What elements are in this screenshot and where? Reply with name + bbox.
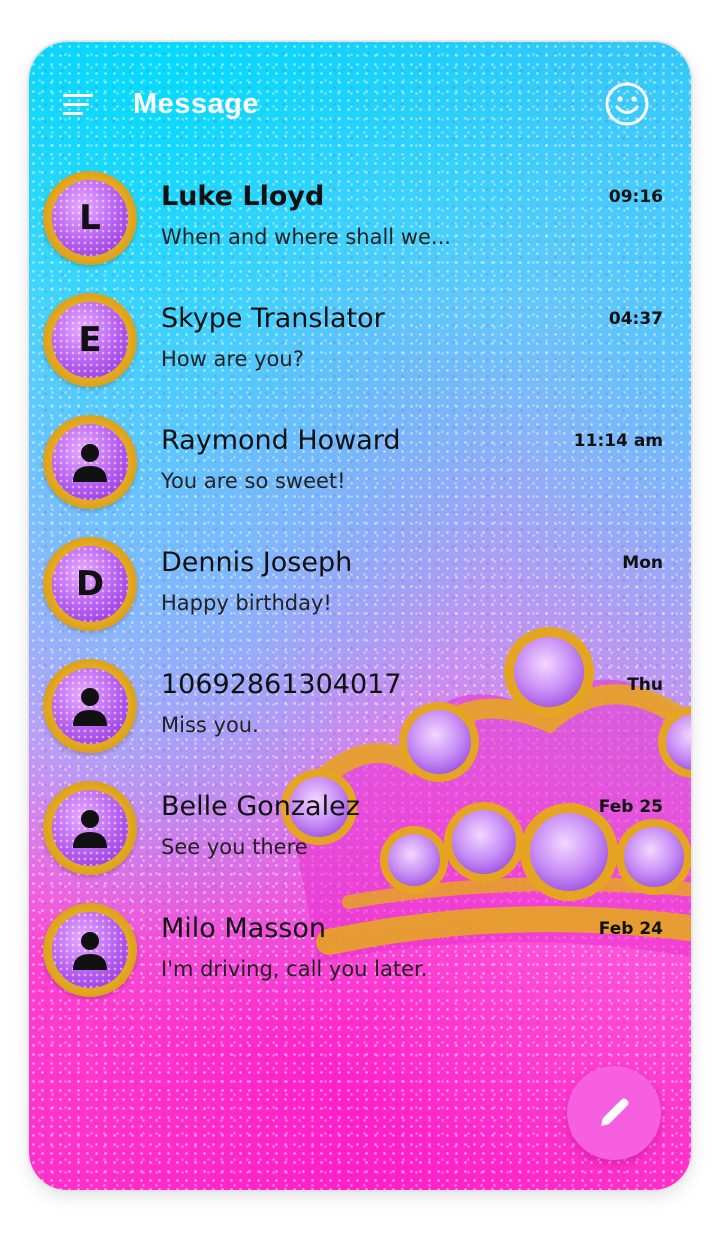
conversation-row[interactable]: L Luke Lloyd When and where shall we... … (29, 167, 691, 289)
smiley-icon[interactable] (603, 80, 651, 128)
avatar: E (43, 293, 137, 387)
message-time: 09:16 (608, 187, 663, 207)
message-preview: Happy birthday! (161, 591, 332, 615)
message-preview: How are you? (161, 347, 304, 371)
avatar (43, 781, 137, 875)
contact-name: Dennis Joseph (161, 547, 353, 578)
person-icon (73, 932, 107, 970)
person-icon (73, 810, 107, 848)
message-time: Thu (627, 675, 663, 695)
message-time: 04:37 (608, 309, 663, 329)
page-title: Message (133, 88, 260, 120)
conversation-row[interactable]: Belle Gonzalez See you there Feb 25 (29, 777, 691, 899)
contact-name: Skype Translator (161, 303, 385, 334)
conversation-row[interactable]: D Dennis Joseph Happy birthday! Mon (29, 533, 691, 655)
person-icon (73, 688, 107, 726)
menu-icon[interactable] (63, 92, 95, 118)
message-time: Feb 24 (598, 919, 663, 939)
message-preview: I'm driving, call you later. (161, 957, 428, 981)
pencil-icon (601, 1098, 629, 1126)
avatar-letter: E (78, 320, 102, 360)
conversation-row[interactable]: E Skype Translator How are you? 04:37 (29, 289, 691, 411)
avatar (43, 659, 137, 753)
contact-name: Milo Masson (161, 913, 327, 944)
compose-button[interactable] (567, 1066, 661, 1160)
avatar-letter: D (75, 564, 105, 604)
contact-name: Raymond Howard (161, 425, 401, 456)
message-preview: See you there (161, 835, 308, 859)
message-time: 11:14 am (573, 431, 663, 451)
app-header: Message (29, 42, 691, 162)
contact-name: Luke Lloyd (161, 181, 325, 212)
contact-name: 10692861304017 (161, 669, 402, 700)
message-time: Mon (622, 553, 663, 573)
conversation-row[interactable]: Raymond Howard You are so sweet! 11:14 a… (29, 411, 691, 533)
person-icon (73, 444, 107, 482)
avatar: L (43, 171, 137, 265)
avatar (43, 415, 137, 509)
message-time: Feb 25 (598, 797, 663, 817)
avatar: D (43, 537, 137, 631)
avatar (43, 903, 137, 997)
conversation-row[interactable]: Milo Masson I'm driving, call you later.… (29, 899, 691, 1021)
phone-screen: Message L Luke Lloyd When and where shal… (29, 42, 691, 1190)
avatar-letter: L (79, 198, 101, 238)
conversation-row[interactable]: 10692861304017 Miss you. Thu (29, 655, 691, 777)
message-preview: Miss you. (161, 713, 259, 737)
contact-name: Belle Gonzalez (161, 791, 360, 822)
message-preview: When and where shall we... (161, 225, 451, 249)
message-preview: You are so sweet! (161, 469, 346, 493)
